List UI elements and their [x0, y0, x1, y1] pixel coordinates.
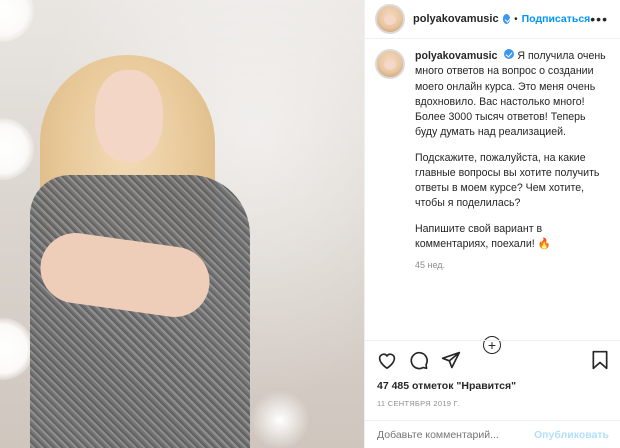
- post-sidebar: polyakovamusic • Подписаться ••• polyako…: [364, 0, 620, 448]
- avatar[interactable]: [375, 4, 405, 34]
- caption-paragraph-2: Подскажите, пожалуйста, на какие главные…: [415, 151, 600, 210]
- caption-text: polyakovamusic Я получила очень много от…: [415, 49, 608, 262]
- comment-input[interactable]: [377, 428, 535, 441]
- verified-badge-icon: [504, 49, 515, 59]
- caption-paragraph-3: Напишите свой вариант в комментариях, по…: [415, 222, 551, 250]
- like-heart-icon[interactable]: [377, 351, 397, 369]
- post-header: polyakovamusic • Подписаться •••: [365, 0, 620, 39]
- follow-button[interactable]: Подписаться: [522, 13, 591, 25]
- more-options-icon[interactable]: •••: [590, 12, 608, 26]
- verified-badge-icon: [502, 14, 511, 24]
- post-date[interactable]: 11 СЕНТЯБРЯ 2019 Г.: [377, 399, 609, 408]
- separator-dot: •: [514, 13, 518, 25]
- caption-row: polyakovamusic Я получила очень много от…: [375, 49, 608, 262]
- caption-paragraph-1: Я получила очень много ответов на вопрос…: [415, 50, 606, 139]
- actions-section: 47 485 отметок "Нравится" 11 СЕНТЯБРЯ 20…: [365, 340, 620, 408]
- likes-count[interactable]: 47 485 отметок "Нравится": [377, 380, 609, 392]
- save-bookmark-icon[interactable]: [591, 350, 609, 370]
- share-icon[interactable]: [441, 350, 461, 370]
- post-photo[interactable]: [0, 0, 364, 448]
- comments-area: polyakovamusic Я получила очень много от…: [365, 39, 620, 354]
- comment-icon[interactable]: [409, 350, 429, 370]
- caption-username[interactable]: polyakovamusic: [415, 50, 497, 62]
- publish-button[interactable]: Опубликовать: [534, 429, 609, 441]
- action-icons: [377, 350, 609, 370]
- caption-avatar[interactable]: [375, 49, 405, 79]
- add-comment-bar: Опубликовать: [365, 420, 620, 448]
- photo-glow: [250, 390, 310, 448]
- photo-face: [95, 70, 163, 162]
- username-link[interactable]: polyakovamusic: [413, 13, 499, 25]
